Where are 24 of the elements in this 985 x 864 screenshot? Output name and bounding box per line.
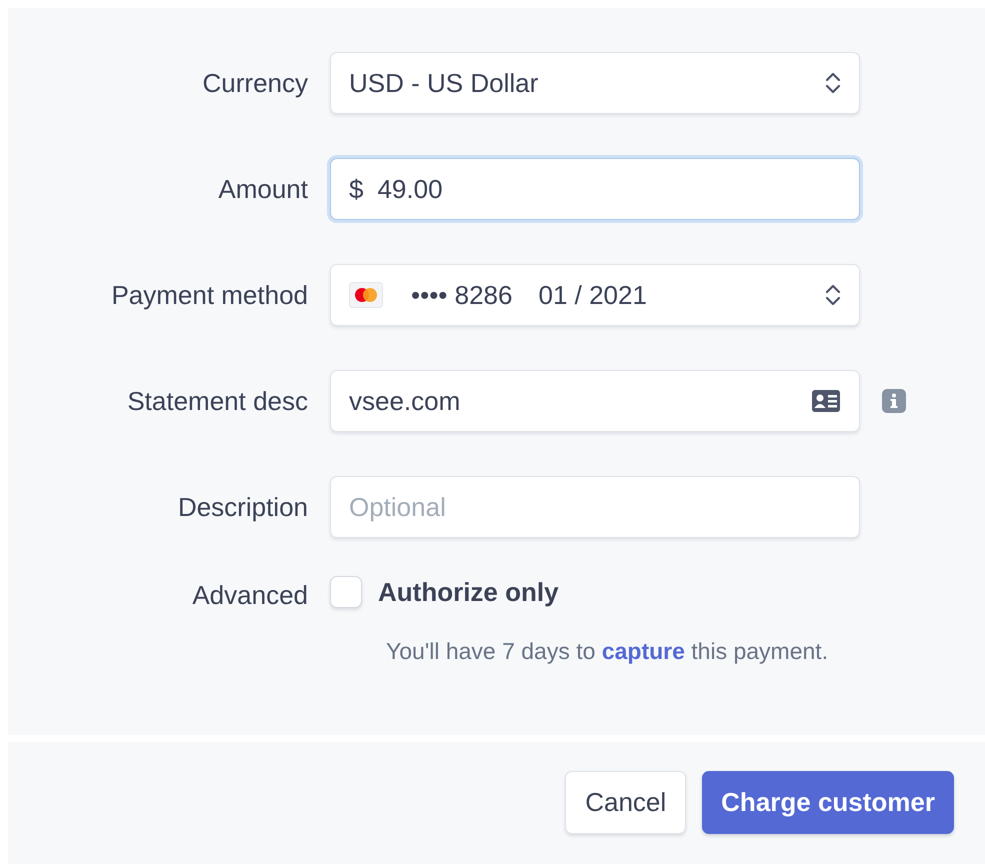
field-label: Currency [202,68,308,98]
currency-symbol: $ [349,174,364,204]
text-field[interactable]: $ 49.00 [330,158,860,220]
currency-select[interactable]: USD - US Dollar [330,52,860,114]
field-label: Amount [217,174,308,204]
text-field[interactable]: vsee.com [330,370,860,432]
chevron-updown-icon [825,283,841,307]
help-text: You'll have 7 days to capture this payment. [386,638,828,665]
card-logo-icon [349,282,383,308]
checkbox-label[interactable]: Authorize only [378,576,559,608]
payment-method-select[interactable]: •••• 8286 01 / 2021 [330,264,860,326]
text-input[interactable]: 49.00 [377,174,841,204]
chevron-updown-icon [825,71,841,95]
charge-button[interactable]: Charge customer [702,771,954,834]
cancel-button[interactable]: Cancel [565,771,686,834]
text-field[interactable]: Optional [330,476,860,538]
checkbox[interactable] [330,576,362,608]
capture-link[interactable]: capture [602,638,685,664]
field-label: Payment method [110,280,308,310]
field-label: Statement desc [126,386,308,416]
field-label: Description [176,492,308,522]
text-input[interactable]: vsee.com [349,386,797,416]
text-input[interactable]: Optional [349,492,841,522]
field-label: Advanced [191,579,308,611]
